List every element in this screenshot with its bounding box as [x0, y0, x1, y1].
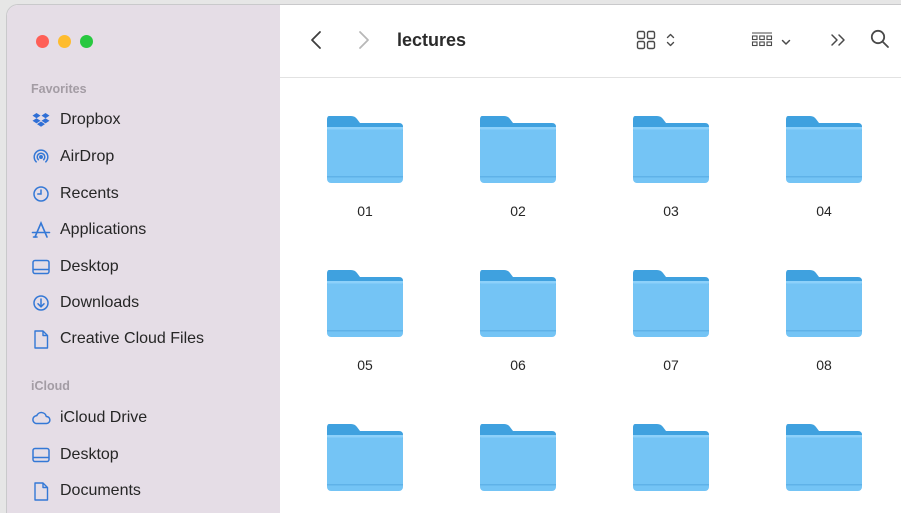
- desktop-icon: [31, 257, 51, 277]
- finder-window: Favorites Dropbox AirDrop Recents Applic…: [7, 5, 901, 513]
- folder-icon: [786, 270, 862, 337]
- sidebar-item-icloud-desktop[interactable]: Desktop: [31, 442, 271, 468]
- folder-item[interactable]: 06: [463, 232, 573, 373]
- sidebar-item-airdrop[interactable]: AirDrop: [31, 144, 271, 170]
- sidebar-item-documents[interactable]: Documents: [31, 478, 271, 504]
- sidebar: Favorites Dropbox AirDrop Recents Applic…: [7, 5, 281, 513]
- sidebar-item-label: Documents: [60, 482, 141, 499]
- group-by-button[interactable]: [746, 27, 796, 57]
- folder-icon: [327, 270, 403, 337]
- window-controls: [36, 35, 93, 48]
- airdrop-icon: [31, 147, 51, 167]
- group-by-icon: [751, 31, 773, 54]
- sidebar-item-applications[interactable]: Applications: [31, 217, 271, 243]
- folder-item[interactable]: 08: [769, 232, 879, 373]
- folder-item[interactable]: 09: [310, 386, 420, 513]
- sidebar-item-label: AirDrop: [60, 148, 115, 165]
- document-icon: [31, 481, 51, 501]
- sidebar-item-downloads[interactable]: Downloads: [31, 290, 271, 316]
- folder-item[interactable]: 10: [463, 386, 573, 513]
- close-button[interactable]: [36, 35, 49, 48]
- folder-item[interactable]: 02: [463, 78, 573, 219]
- sidebar-item-desktop[interactable]: Desktop: [31, 254, 271, 280]
- folder-label: 06: [510, 357, 526, 373]
- folder-item[interactable]: 03: [616, 78, 726, 219]
- folder-label: 02: [510, 203, 526, 219]
- download-icon: [31, 293, 51, 313]
- sidebar-item-recents[interactable]: Recents: [31, 181, 271, 207]
- folder-icon: [327, 424, 403, 491]
- zoom-button[interactable]: [80, 35, 93, 48]
- window-title: lectures: [397, 30, 467, 50]
- sidebar-item-label: Desktop: [60, 258, 119, 275]
- sidebar-item-creative-cloud-files[interactable]: Creative Cloud Files: [31, 326, 271, 352]
- sidebar-item-label: Downloads: [60, 294, 140, 311]
- document-icon: [31, 329, 51, 349]
- folder-icon: [633, 270, 709, 337]
- folder-icon: [480, 116, 556, 183]
- folder-label: 07: [663, 357, 679, 373]
- folder-icon: [786, 424, 862, 491]
- minimize-button[interactable]: [58, 35, 71, 48]
- toolbar: lectures: [280, 5, 901, 78]
- icloud-section-title: iCloud: [31, 379, 70, 393]
- folder-item[interactable]: 04: [769, 78, 879, 219]
- sidebar-item-label: Recents: [60, 185, 119, 202]
- main-pane: lectures 01 02 03 04 05 06 07 08: [280, 5, 901, 513]
- forward-button[interactable]: [352, 29, 376, 55]
- sidebar-item-label: Creative Cloud Files: [60, 330, 205, 347]
- folder-grid: 01 02 03 04 05 06 07 08 09 10 11 12: [280, 78, 901, 513]
- folder-label: 08: [816, 357, 832, 373]
- sidebar-item-label: iCloud Drive: [60, 409, 148, 426]
- cloud-icon: [31, 408, 51, 428]
- folder-icon: [633, 424, 709, 491]
- folder-icon: [480, 270, 556, 337]
- folder-label: 04: [816, 203, 832, 219]
- chevron-up-down-icon: [666, 32, 675, 53]
- desktop-icon: [31, 445, 51, 465]
- sidebar-item-label: Dropbox: [60, 111, 121, 128]
- folder-icon: [480, 424, 556, 491]
- sidebar-item-icloud-drive[interactable]: iCloud Drive: [31, 405, 271, 431]
- folder-label: 05: [357, 357, 373, 373]
- folder-icon: [327, 116, 403, 183]
- back-icon: [310, 30, 322, 55]
- sidebar-item-dropbox[interactable]: Dropbox: [31, 107, 271, 133]
- folder-item[interactable]: 12: [769, 386, 879, 513]
- back-button[interactable]: [304, 29, 328, 55]
- folder-item[interactable]: 07: [616, 232, 726, 373]
- dropbox-icon: [31, 110, 51, 130]
- sidebar-item-label: Desktop: [60, 446, 119, 463]
- sidebar-item-label: Applications: [60, 221, 147, 238]
- more-toolbar-items-button[interactable]: [826, 29, 852, 55]
- chevron-down-icon: [781, 33, 791, 51]
- folder-item[interactable]: 01: [310, 78, 420, 219]
- folder-icon: [633, 116, 709, 183]
- folder-item[interactable]: 11: [616, 386, 726, 513]
- forward-icon: [358, 30, 370, 55]
- folder-label: 03: [663, 203, 679, 219]
- clock-icon: [31, 184, 51, 204]
- folder-item[interactable]: 05: [310, 232, 420, 373]
- favorites-section-title: Favorites: [31, 82, 87, 96]
- folder-icon: [786, 116, 862, 183]
- folder-label: 01: [357, 203, 373, 219]
- icon-view-icon: [636, 30, 656, 55]
- view-mode-button[interactable]: [630, 27, 680, 57]
- search-button[interactable]: [866, 27, 894, 55]
- search-icon: [870, 29, 890, 54]
- applications-icon: [31, 220, 51, 240]
- more-icon: [830, 33, 848, 52]
